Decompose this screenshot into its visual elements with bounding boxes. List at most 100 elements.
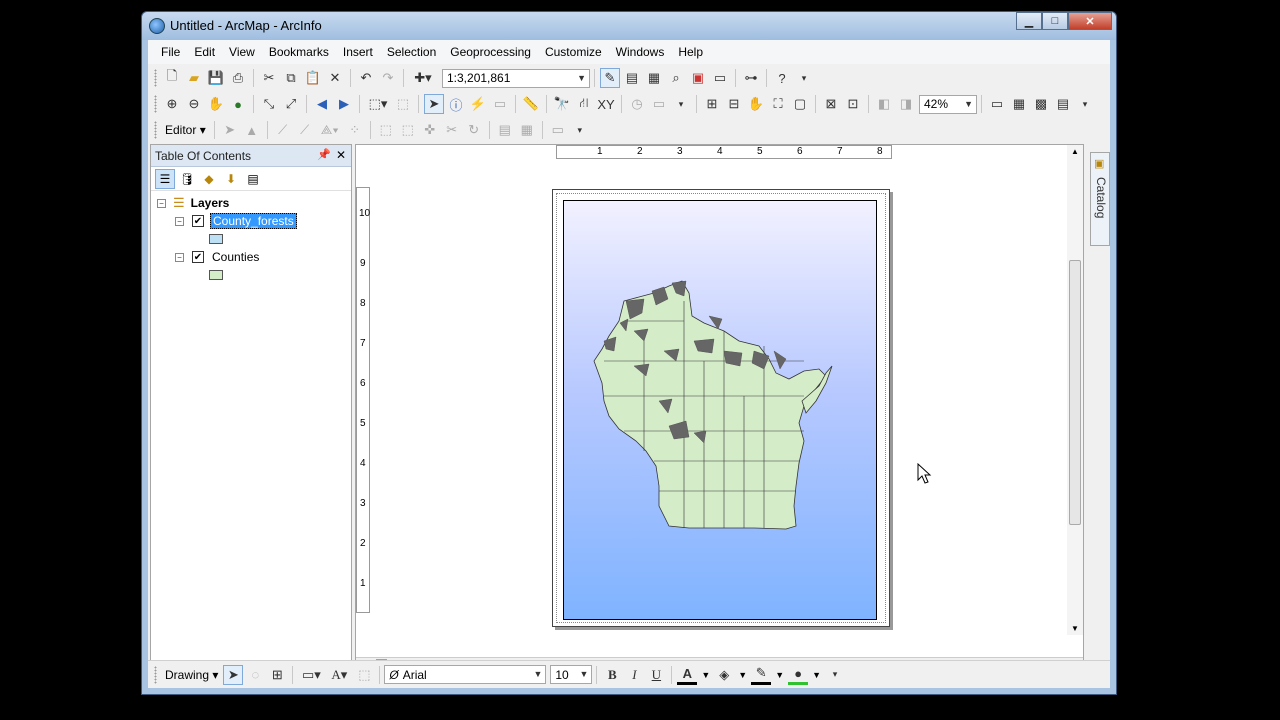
time-slider-icon[interactable]: ◷ xyxy=(627,94,647,114)
scroll-up-icon[interactable]: ▲ xyxy=(1071,147,1079,156)
edit-tool-icon[interactable]: ➤ xyxy=(220,120,240,140)
forward-extent-icon[interactable]: ▶ xyxy=(334,94,354,114)
collapse-layers-icon[interactable]: − xyxy=(157,198,166,208)
menu-insert[interactable]: Insert xyxy=(336,45,380,59)
layer-name-counties[interactable]: Counties xyxy=(212,250,259,264)
drawing-menu[interactable]: Drawing ▾ xyxy=(161,668,222,682)
sketch-properties-icon[interactable]: ▦ xyxy=(517,120,537,140)
full-extent-icon[interactable]: ● xyxy=(228,94,248,114)
arctoolbox-icon[interactable]: ▣ xyxy=(688,68,708,88)
reshape-icon[interactable]: ⬚ xyxy=(398,120,418,140)
scroll-down-icon[interactable]: ▼ xyxy=(1071,624,1079,633)
vertical-scroll-thumb[interactable] xyxy=(1069,260,1081,525)
measure-icon[interactable]: 📏 xyxy=(521,94,541,114)
back-extent-icon[interactable]: ◀ xyxy=(312,94,332,114)
close-icon[interactable]: ✕ xyxy=(336,148,346,162)
menu-bookmarks[interactable]: Bookmarks xyxy=(262,45,336,59)
vertical-scrollbar[interactable]: ▲ ▼ xyxy=(1067,145,1083,635)
identify-icon[interactable]: ⓘ xyxy=(446,94,466,114)
font-combo[interactable]: Ø Arial ▼ xyxy=(384,665,547,684)
data-driven-pages-icon[interactable]: ▤ xyxy=(1053,94,1073,114)
chevron-down-icon[interactable]: ▼ xyxy=(701,670,710,680)
menu-help[interactable]: Help xyxy=(671,45,710,59)
fill-color-icon[interactable]: ◈ xyxy=(714,665,734,685)
attributes-icon[interactable]: ▤ xyxy=(495,120,515,140)
counties-symbol[interactable] xyxy=(209,270,223,280)
bold-button[interactable]: B xyxy=(602,665,622,685)
toolbar-grip[interactable] xyxy=(154,69,157,87)
layer-name-county-forests[interactable]: County_forests xyxy=(210,213,297,229)
layout-fixed-zoom-in-icon[interactable]: ⊠ xyxy=(821,94,841,114)
pin-icon[interactable]: 📌 xyxy=(317,148,331,161)
toolbar-grip[interactable] xyxy=(154,665,157,684)
edit-vertices-icon[interactable]: ⬚ xyxy=(376,120,396,140)
chevron-down-icon[interactable]: ▼ xyxy=(812,670,821,680)
toolbar-options-icon[interactable]: ▾ xyxy=(671,94,691,114)
rotate-element-icon[interactable]: ◌ xyxy=(245,665,265,685)
toggle-draft-mode-icon[interactable]: ▭ xyxy=(987,94,1007,114)
edit-annotation-icon[interactable]: ▲ xyxy=(242,120,262,140)
layout-fixed-zoom-out-icon[interactable]: ⊡ xyxy=(843,94,863,114)
select-elements-icon[interactable]: ➤ xyxy=(424,94,444,114)
find-icon[interactable]: 🔭 xyxy=(552,94,572,114)
edit-vertices-icon[interactable]: ⬚ xyxy=(354,665,374,685)
hyperlink-icon[interactable]: ⚡ xyxy=(468,94,488,114)
model-builder-icon[interactable]: ⊶ xyxy=(741,68,761,88)
editor-menu[interactable]: Editor ▾ xyxy=(161,123,210,137)
text-icon[interactable]: A▾ xyxy=(326,665,352,685)
go-to-xy-icon[interactable]: XY xyxy=(596,94,616,114)
menu-geoprocessing[interactable]: Geoprocessing xyxy=(443,45,538,59)
clear-selection-icon[interactable]: ⬚ xyxy=(393,94,413,114)
add-data-icon[interactable]: ✚▾ xyxy=(409,68,437,88)
toolbar-options-icon[interactable]: ▾ xyxy=(1075,94,1095,114)
county-forests-symbol[interactable] xyxy=(209,234,223,244)
create-features-icon[interactable]: ▭ xyxy=(548,120,568,140)
catalog-side-tab[interactable]: ▣ Catalog xyxy=(1090,152,1110,246)
save-icon[interactable]: 💾 xyxy=(206,68,226,88)
delete-icon[interactable]: ✕ xyxy=(325,68,345,88)
rectangle-icon[interactable]: ▭▾ xyxy=(298,665,324,685)
create-viewer-icon[interactable]: ▭ xyxy=(649,94,669,114)
straight-segment-icon[interactable]: ⟋ xyxy=(273,120,293,140)
maximize-button[interactable]: □ xyxy=(1042,12,1068,30)
toolbar-options-icon[interactable]: ▾ xyxy=(794,68,814,88)
close-button[interactable]: ✕ xyxy=(1068,12,1112,30)
menu-selection[interactable]: Selection xyxy=(380,45,443,59)
layout-zoom-combo[interactable]: 42% ▼ xyxy=(919,94,977,114)
toc-options-icon[interactable]: ▤ xyxy=(243,169,263,189)
editor-toolbar-icon[interactable]: ✎ xyxy=(600,68,620,88)
layout-zoom-in-icon[interactable]: ⊞ xyxy=(702,94,722,114)
previous-extent-icon[interactable]: ◧ xyxy=(874,94,894,114)
fixed-zoom-out-icon[interactable]: ⤢ xyxy=(281,94,301,114)
toolbar-grip[interactable] xyxy=(154,121,157,139)
open-folder-icon[interactable]: ▰ xyxy=(184,68,204,88)
next-extent-icon[interactable]: ◨ xyxy=(896,94,916,114)
split-icon[interactable]: ✂ xyxy=(442,120,462,140)
zoom-100-percent-icon[interactable]: ▢ xyxy=(790,94,810,114)
search-window-icon[interactable]: ⌕ xyxy=(666,68,686,88)
title-bar[interactable]: Untitled - ArcMap - ArcInfo ▁ □ ✕ xyxy=(142,12,1116,40)
menu-customize[interactable]: Customize xyxy=(538,45,609,59)
data-frame[interactable] xyxy=(563,200,877,620)
layout-pan-icon[interactable]: ✋ xyxy=(746,94,766,114)
layout-view[interactable]: 1 2 3 4 5 6 7 8 10 9 8 7 6 5 4 3 2 1 ▲ ▼ xyxy=(355,144,1084,674)
font-color-button[interactable]: A xyxy=(677,665,698,685)
fixed-zoom-in-icon[interactable]: ⤡ xyxy=(259,94,279,114)
catalog-window-icon[interactable]: ▦ xyxy=(644,68,664,88)
font-size-combo[interactable]: 10 ▼ xyxy=(550,665,593,684)
zoom-out-icon[interactable]: ⊖ xyxy=(184,94,204,114)
new-document-icon[interactable]: 🗋 xyxy=(162,68,182,88)
menu-file[interactable]: File xyxy=(154,45,187,59)
layout-page[interactable] xyxy=(552,189,890,627)
point-icon[interactable]: ⁘ xyxy=(345,120,365,140)
undo-icon[interactable]: ↶ xyxy=(356,68,376,88)
python-window-icon[interactable]: ▭ xyxy=(710,68,730,88)
rotate-icon[interactable]: ↻ xyxy=(464,120,484,140)
zoom-whole-page-icon[interactable]: ⛶ xyxy=(768,94,788,114)
cut-polygons-icon[interactable]: ✜ xyxy=(420,120,440,140)
toolbar-options-icon[interactable]: ▾ xyxy=(570,120,590,140)
zoom-to-selected-icon[interactable]: ⊞ xyxy=(267,665,287,685)
paste-icon[interactable]: 📋 xyxy=(303,68,323,88)
chevron-down-icon[interactable]: ▼ xyxy=(738,670,747,680)
layers-root-label[interactable]: Layers xyxy=(191,196,230,210)
